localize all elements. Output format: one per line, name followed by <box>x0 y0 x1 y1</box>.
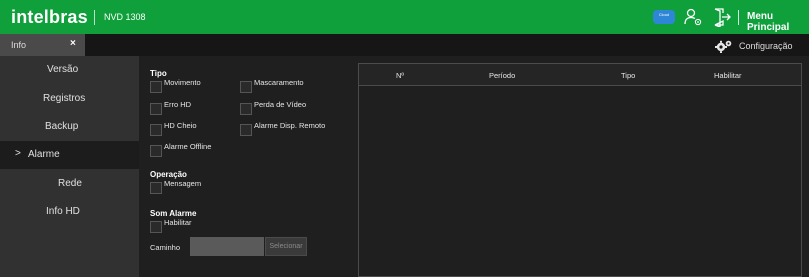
user-settings-icon[interactable] <box>683 7 703 27</box>
main-menu-link[interactable]: Menu Principal <box>747 11 809 33</box>
sidebar-item-label: Alarme <box>28 149 60 160</box>
sidebar-item-label: Versão <box>47 64 79 75</box>
table-header: Nº Período Tipo Habilitar <box>359 64 801 86</box>
logout-icon[interactable] <box>712 7 732 27</box>
checkbox-hd-cheio[interactable]: HD Cheio <box>150 121 197 136</box>
sidebar-item-label: Rede <box>58 178 82 189</box>
checkbox-erro-hd[interactable]: Erro HD <box>150 100 191 115</box>
checkbox-label: Alarme Offline <box>164 142 212 151</box>
section-title-operacao: Operação <box>150 170 187 179</box>
checkbox-label: HD Cheio <box>164 121 197 130</box>
checkbox-label: Habilitar <box>164 218 192 227</box>
checkbox-label: Mascaramento <box>254 78 304 87</box>
tab-bar: Info × Configuração <box>0 34 809 56</box>
checkbox-mascaramento[interactable]: Mascaramento <box>240 78 304 93</box>
divider <box>94 10 95 25</box>
sidebar-item-backup[interactable]: Backup <box>0 113 139 141</box>
checkbox-box[interactable] <box>240 103 252 115</box>
divider <box>738 10 739 25</box>
brand-logo: intelbras <box>11 7 88 27</box>
path-label: Caminho <box>150 243 181 252</box>
cloud-badge-label: Cloud <box>658 12 670 17</box>
column-header: Nº <box>396 71 405 80</box>
tab-info-label: Info <box>11 40 27 50</box>
checkbox-box[interactable] <box>150 145 162 157</box>
checkbox-movimento[interactable]: Movimento <box>150 78 201 93</box>
checkbox-habilitar[interactable]: Habilitar <box>150 218 192 233</box>
checkbox-box[interactable] <box>150 81 162 93</box>
checkbox-perda-de-video[interactable]: Perda de Vídeo <box>240 100 306 115</box>
gears-icon <box>715 40 732 53</box>
close-icon[interactable]: × <box>70 38 76 49</box>
checkbox-label: Perda de Vídeo <box>254 100 307 109</box>
sidebar-item-rede[interactable]: Rede <box>0 170 139 198</box>
checkbox-label: Alarme Disp. Remoto <box>254 121 326 130</box>
checkbox-label: Erro HD <box>164 100 192 109</box>
checkbox-box[interactable] <box>150 221 162 233</box>
sidebar-item-label: Info HD <box>46 206 80 217</box>
checkbox-box[interactable] <box>150 103 162 115</box>
column-header: Tipo <box>621 71 636 80</box>
path-input[interactable] <box>190 237 264 256</box>
chevron-right-icon: > <box>15 148 21 159</box>
alarm-table: Nº Período Tipo Habilitar <box>358 63 802 277</box>
cloud-icon[interactable]: Cloud <box>653 10 675 24</box>
sidebar-item-registros[interactable]: Registros <box>0 85 139 113</box>
checkbox-label: Movimento <box>164 78 201 87</box>
top-bar: intelbras NVD 1308 Cloud Menu Principal <box>0 0 809 34</box>
sidebar-item-alarme[interactable]: > Alarme <box>0 141 139 169</box>
sidebar-item-label: Registros <box>43 93 86 104</box>
sidebar: Versão Registros Backup > Alarme Rede In… <box>0 56 139 277</box>
device-model: NVD 1308 <box>104 12 146 22</box>
section-title-som-alarme: Som Alarme <box>150 209 197 218</box>
column-header: Habilitar <box>714 71 742 80</box>
tab-info[interactable]: Info × <box>0 34 85 56</box>
sidebar-item-versao[interactable]: Versão <box>0 56 139 84</box>
checkbox-box[interactable] <box>240 124 252 136</box>
checkbox-label: Mensagem <box>164 179 202 188</box>
checkbox-box[interactable] <box>150 182 162 194</box>
configuration-label: Configuração <box>739 40 793 51</box>
configuration-button[interactable]: Configuração <box>715 38 793 53</box>
column-header: Período <box>489 71 516 80</box>
sidebar-item-info-hd[interactable]: Info HD <box>0 198 139 226</box>
sidebar-item-label: Backup <box>45 121 79 132</box>
checkbox-mensagem[interactable]: Mensagem <box>150 179 201 194</box>
select-button[interactable]: Selecionar <box>265 237 307 256</box>
section-title-tipo: Tipo <box>150 69 167 78</box>
checkbox-box[interactable] <box>150 124 162 136</box>
checkbox-box[interactable] <box>240 81 252 93</box>
checkbox-alarme-offline[interactable]: Alarme Offline <box>150 142 211 157</box>
checkbox-alarme-disp-remoto[interactable]: Alarme Disp. Remoto <box>240 121 325 136</box>
